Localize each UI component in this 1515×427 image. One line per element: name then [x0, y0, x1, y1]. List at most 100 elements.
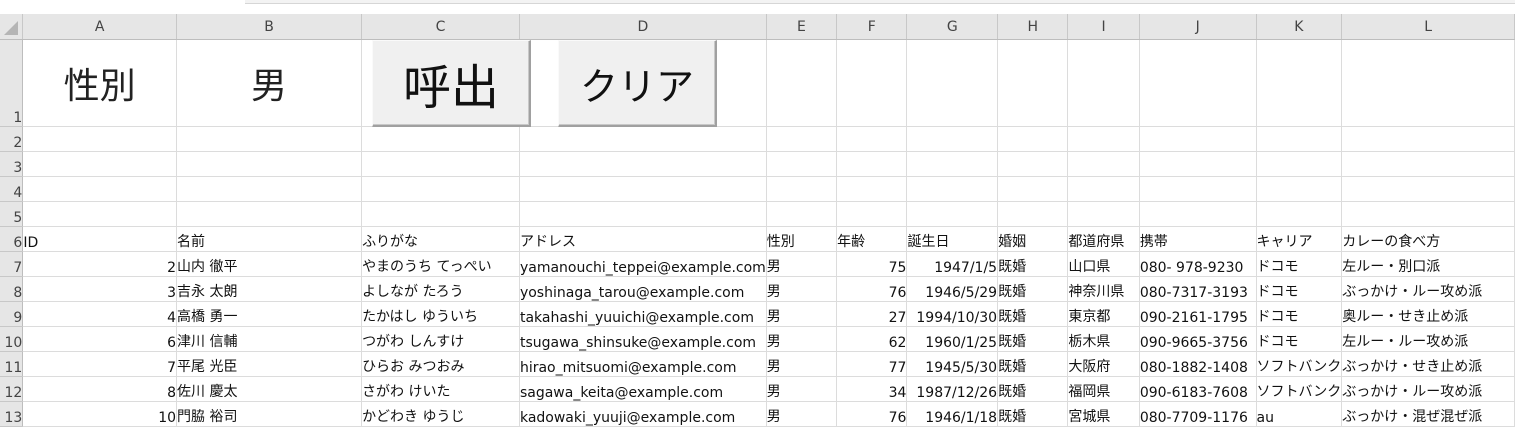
cell[interactable]	[176, 176, 363, 202]
header-name[interactable]: 名前	[176, 226, 363, 252]
cell[interactable]	[519, 151, 767, 177]
cell[interactable]	[1341, 201, 1515, 227]
cell[interactable]	[1139, 151, 1257, 177]
row-header[interactable]: 2	[0, 126, 24, 152]
cell[interactable]	[836, 201, 908, 227]
row-header[interactable]: 7	[0, 251, 24, 277]
column-header-b[interactable]: B	[176, 14, 363, 40]
birthday-cell[interactable]: 1945/5/30	[906, 351, 999, 377]
cell[interactable]	[836, 151, 908, 177]
marital-cell[interactable]: 既婚	[997, 351, 1069, 377]
cell[interactable]	[997, 201, 1069, 227]
carrier-cell[interactable]: ドコモ	[1256, 326, 1343, 352]
column-header-j[interactable]: J	[1139, 14, 1257, 40]
cell[interactable]	[361, 126, 520, 152]
cell[interactable]	[176, 126, 363, 152]
prefecture-cell[interactable]: 東京都	[1067, 301, 1140, 327]
cell[interactable]	[1256, 126, 1343, 152]
column-header-h[interactable]: H	[997, 14, 1069, 40]
cell[interactable]	[1067, 201, 1140, 227]
carrier-cell[interactable]: ドコモ	[1256, 276, 1343, 302]
id-cell[interactable]: 3	[22, 276, 178, 302]
column-header-f[interactable]: F	[836, 14, 908, 40]
carrier-cell[interactable]: ドコモ	[1256, 301, 1343, 327]
kana-cell[interactable]: つがわ しんすけ	[361, 326, 520, 352]
birthday-cell[interactable]: 1994/10/30	[906, 301, 999, 327]
gender-cell[interactable]: 男	[766, 276, 838, 302]
column-header-a[interactable]: A	[22, 14, 178, 40]
mobile-cell[interactable]: 080-1882-1408	[1139, 351, 1257, 377]
prefecture-cell[interactable]: 大阪府	[1067, 351, 1140, 377]
kana-cell[interactable]: やまのうち てっぺい	[361, 251, 520, 277]
header-birthday[interactable]: 誕生日	[906, 226, 999, 252]
column-header-l[interactable]: L	[1341, 14, 1515, 40]
curry-cell[interactable]: 左ルー・別口派	[1341, 251, 1515, 277]
email-cell[interactable]: yamanouchi_teppei@example.com	[519, 251, 767, 277]
curry-cell[interactable]: 左ルー・ルー攻め派	[1341, 326, 1515, 352]
clear-button[interactable]: クリア	[558, 40, 717, 127]
cell[interactable]	[1341, 151, 1515, 177]
age-cell[interactable]: 27	[836, 301, 908, 327]
cell[interactable]	[1341, 39, 1515, 127]
cell[interactable]	[1139, 126, 1257, 152]
carrier-cell[interactable]: ソフトバンク	[1256, 351, 1343, 377]
column-header-d[interactable]: D	[519, 14, 767, 40]
prefecture-cell[interactable]: 栃木県	[1067, 326, 1140, 352]
birthday-cell[interactable]: 1987/12/26	[906, 376, 999, 402]
cell[interactable]	[766, 39, 838, 127]
cell[interactable]	[906, 126, 999, 152]
column-header-c[interactable]: C	[361, 14, 520, 40]
header-id[interactable]: ID	[22, 226, 178, 252]
cell[interactable]	[1067, 39, 1140, 127]
cell[interactable]	[1256, 176, 1343, 202]
cell[interactable]	[1139, 39, 1257, 127]
row-header[interactable]: 5	[0, 201, 24, 227]
marital-cell[interactable]: 既婚	[997, 326, 1069, 352]
curry-cell[interactable]: ぶっかけ・せき止め派	[1341, 351, 1515, 377]
cell[interactable]	[906, 201, 999, 227]
cell[interactable]	[906, 39, 999, 127]
cell[interactable]	[176, 201, 363, 227]
name-cell[interactable]: 高橋 勇一	[176, 301, 363, 327]
cell[interactable]	[519, 126, 767, 152]
column-header-g[interactable]: G	[906, 14, 999, 40]
cell[interactable]	[1256, 39, 1343, 127]
kana-cell[interactable]: よしなが たろう	[361, 276, 520, 302]
header-age[interactable]: 年齢	[836, 226, 908, 252]
header-prefecture[interactable]: 都道府県	[1067, 226, 1140, 252]
cell[interactable]	[1139, 201, 1257, 227]
cell[interactable]	[997, 39, 1069, 127]
select-all-corner[interactable]	[0, 14, 24, 40]
cell[interactable]	[1256, 151, 1343, 177]
id-cell[interactable]: 4	[22, 301, 178, 327]
id-cell[interactable]: 7	[22, 351, 178, 377]
row-header[interactable]: 12	[0, 376, 24, 402]
cell[interactable]	[1341, 176, 1515, 202]
row-header[interactable]: 6	[0, 226, 24, 252]
gender-cell[interactable]: 男	[766, 326, 838, 352]
cell[interactable]	[766, 176, 838, 202]
cell[interactable]	[1067, 151, 1140, 177]
cell[interactable]	[22, 176, 178, 202]
row-header[interactable]: 11	[0, 351, 24, 377]
column-header-k[interactable]: K	[1256, 14, 1343, 40]
kana-cell[interactable]: ひらお みつおみ	[361, 351, 520, 377]
row-header[interactable]: 10	[0, 326, 24, 352]
cell[interactable]	[836, 39, 908, 127]
header-carrier[interactable]: キャリア	[1256, 226, 1343, 252]
curry-cell[interactable]: ぶっかけ・ルー攻め派	[1341, 376, 1515, 402]
marital-cell[interactable]: 既婚	[997, 376, 1069, 402]
cell[interactable]	[22, 126, 178, 152]
cell[interactable]	[519, 176, 767, 202]
prefecture-cell[interactable]: 山口県	[1067, 251, 1140, 277]
marital-cell[interactable]: 既婚	[997, 301, 1069, 327]
header-kana[interactable]: ふりがな	[361, 226, 520, 252]
cell[interactable]	[361, 151, 520, 177]
carrier-cell[interactable]: ドコモ	[1256, 251, 1343, 277]
curry-cell[interactable]: 奥ルー・せき止め派	[1341, 301, 1515, 327]
call-button[interactable]: 呼出	[372, 40, 531, 127]
name-cell[interactable]: 津川 信輔	[176, 326, 363, 352]
cell[interactable]	[1067, 176, 1140, 202]
cell[interactable]	[361, 201, 520, 227]
birthday-cell[interactable]: 1946/5/29	[906, 276, 999, 302]
